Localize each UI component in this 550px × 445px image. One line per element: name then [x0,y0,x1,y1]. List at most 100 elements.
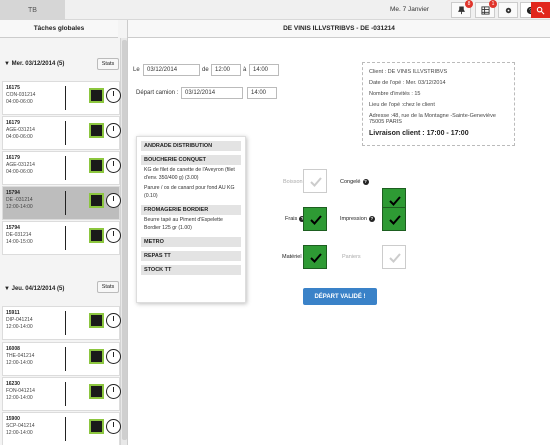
clock-icon[interactable] [106,384,121,399]
task-number: 16230 [6,381,20,387]
help-icon[interactable]: ? [368,216,375,222]
task-code: AGE-031214 [6,162,35,168]
divider [65,417,66,441]
end-time-input[interactable]: 14:00 [249,64,279,76]
truck-icon[interactable] [89,88,104,103]
task-card[interactable]: 16008 THE-041214 12:00-14:00 [2,342,121,376]
task-time: 12:00-14:00 [6,324,33,330]
depart-date-input[interactable]: 03/12/2014 [181,87,243,99]
task-number: 15794 [6,190,20,196]
task-card[interactable]: 15794 DE-031214 14:00-15:00 [2,221,121,255]
checkbox-impression[interactable] [382,207,406,231]
divider [65,311,66,335]
truck-icon[interactable] [89,123,104,138]
truck-icon[interactable] [89,313,104,328]
divider [65,226,66,250]
task-card[interactable]: 16230 FON-041214 12:00-14:00 [2,377,121,411]
clock-icon[interactable] [106,193,121,208]
stats-button-1[interactable]: Stats [97,58,119,70]
clock-icon[interactable] [106,419,121,434]
task-time: 12:00-14:00 [6,395,33,401]
task-card[interactable]: 15900 SCP-041214 12:00-14:00 [2,412,121,445]
checkbox-frais[interactable] [303,207,327,231]
task-code: DIP-041214 [6,317,33,323]
task-card[interactable]: 15911 DIP-041214 12:00-14:00 [2,306,121,340]
divider [65,121,66,145]
divider [65,156,66,180]
depart-time-input[interactable]: 14:00 [247,87,277,99]
task-card[interactable]: 16175 CON-031214 04:00-06:00 [2,81,121,115]
checkbox-boisson[interactable] [303,169,327,193]
client-name: Client : DE VINIS ILLVSTRIBVS [369,69,448,75]
supplier-heading: METRO [141,237,241,247]
day-header-2[interactable]: ▼ Jeu. 04/12/2014 (5) [4,286,64,292]
client-info-card: Client : DE VINIS ILLVSTRIBVS Date de l'… [362,62,515,146]
logout-button[interactable] [531,2,550,18]
task-code: THE-041214 [6,353,35,359]
task-code: SCP-041214 [6,423,35,429]
task-code: DE-031214 [6,232,32,238]
supplier-item: KG de filet de canette de l'Aveyron (fil… [144,167,235,181]
truck-icon[interactable] [89,158,104,173]
checkbox-materiel[interactable] [303,245,327,269]
supplier-heading: BOUCHERIE CONQUET [141,155,241,165]
checkbox-paniers[interactable] [382,245,406,269]
stats-button-2[interactable]: Stats [97,281,119,293]
task-code: CON-031214 [6,92,36,98]
supplier-item: Beurre tapé au Piment d'Espelette Bordie… [144,217,223,231]
start-time-input[interactable]: 12:00 [211,64,241,76]
task-card[interactable]: 16179 AGE-031214 04:00-06:00 [2,151,121,185]
task-code: DE -031214 [6,197,33,203]
task-card[interactable]: 16179 AGE-031214 04:00-06:00 [2,116,121,150]
truck-icon[interactable] [89,419,104,434]
truck-icon[interactable] [89,384,104,399]
task-time: 12:00-14:00 [6,204,33,210]
day-header-1[interactable]: ▼ Mer. 03/12/2014 (5) [4,61,64,67]
page-title: DE VINIS ILLVSTRIBVS - DE -031214 [128,20,550,38]
help-icon[interactable]: ? [362,179,369,185]
depart-label: Départ camion : [136,90,179,96]
supplier-heading: FROMAGERIE BORDIER [141,205,241,215]
grid-badge: 1 [489,0,497,8]
depart-validated-button[interactable]: DÉPART VALIDÉ ! [303,288,377,305]
divider [65,347,66,371]
date-input[interactable]: 03/12/2014 [143,64,200,76]
task-number: 16179 [6,120,20,126]
app-label[interactable]: TB [0,0,65,20]
task-card-selected[interactable]: 15794 DE -031214 12:00-14:00 [2,186,121,220]
de-label: de [202,67,209,73]
check-icon [310,177,322,187]
a-label: à [243,67,247,73]
supplier-item: Parure / os de canard pour fond AU KG (0… [144,185,235,199]
task-time: 14:00-15:00 [6,239,33,245]
settings-button[interactable] [498,2,518,18]
clock-icon[interactable] [106,123,121,138]
search-icon [536,6,545,14]
gear-icon [505,7,511,13]
clock-icon[interactable] [106,158,121,173]
clock-icon[interactable] [106,313,121,328]
check-icon [310,253,322,263]
scroll-thumb[interactable] [122,40,127,440]
clock-icon[interactable] [106,228,121,243]
task-number: 15911 [6,310,20,316]
notification-badge: 8 [465,0,473,8]
truck-icon[interactable] [89,228,104,243]
sidebar: Tâches globales ▼ Mer. 03/12/2014 (5) St… [0,20,128,445]
notification-button[interactable]: 8 [451,0,473,18]
truck-icon[interactable] [89,193,104,208]
truck-icon[interactable] [89,349,104,364]
main-panel: DE VINIS ILLVSTRIBVS - DE -031214 Le 03/… [128,20,550,445]
grid-button[interactable]: 1 [475,0,497,18]
sidebar-scrollbar[interactable] [120,38,127,445]
clock-icon[interactable] [106,88,121,103]
check-icon [389,253,401,263]
divider [65,191,66,215]
client-date: Date de l'opé : Mer. 03/12/2014 [369,80,446,86]
sidebar-title: Tâches globales [0,20,118,38]
task-time: 12:00-14:00 [6,360,33,366]
clock-icon[interactable] [106,349,121,364]
check-icon [310,215,322,225]
task-number: 16008 [6,346,20,352]
task-time: 04:00-06:00 [6,134,33,140]
